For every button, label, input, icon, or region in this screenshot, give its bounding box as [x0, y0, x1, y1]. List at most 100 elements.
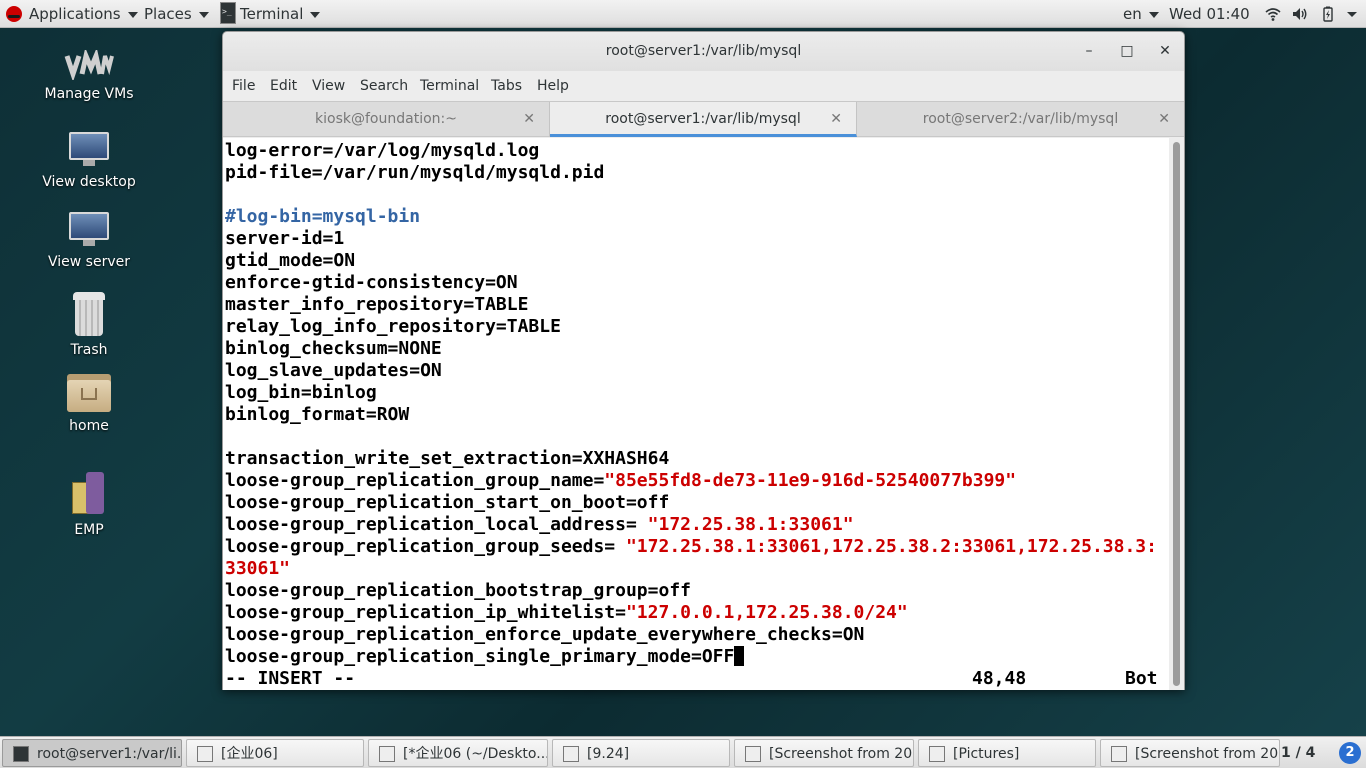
config-key: loose-group_replication_group_seeds=	[225, 536, 626, 557]
desktop-icon-trash[interactable]: Trash	[34, 292, 144, 358]
tab-close-icon[interactable]: ✕	[1158, 102, 1170, 136]
terminal-app-icon	[220, 2, 236, 24]
vim-mode-indicator: -- INSERT --	[225, 668, 356, 689]
menu-terminal[interactable]: Terminal	[420, 71, 479, 101]
desktop-icon-home[interactable]: home	[34, 374, 144, 434]
trash-icon	[71, 292, 107, 336]
desktop-icon-label: View desktop	[42, 174, 136, 190]
config-string-value: "85e55fd8-de73-11e9-916d-52540077b399"	[604, 470, 1017, 491]
desktop-icon-manage-vms[interactable]: Manage VMs	[34, 47, 144, 102]
monitor-icon	[69, 212, 109, 248]
tab-label: kiosk@foundation:~	[315, 111, 457, 127]
clock[interactable]: Wed 01:40	[1169, 0, 1250, 28]
battery-icon[interactable]	[1320, 6, 1336, 22]
chevron-down-icon	[310, 11, 321, 18]
monitor-icon	[69, 132, 109, 168]
menu-file[interactable]: File	[232, 71, 255, 101]
terminal-line: loose-group_replication_enforce_update_e…	[225, 624, 865, 645]
desktop-icon-view-desktop[interactable]: View desktop	[34, 132, 144, 190]
minimize-button[interactable]: –	[1079, 41, 1099, 61]
scrollbar-thumb[interactable]	[1173, 142, 1180, 686]
terminal-line-comment: #log-bin=mysql-bin	[225, 206, 421, 227]
vim-scroll-position: Bot	[1125, 668, 1158, 689]
terminal-content[interactable]: log-error=/var/log/mysqld.log pid-file=/…	[223, 138, 1169, 690]
menu-bar: File Edit View Search Terminal Tabs Help	[223, 71, 1184, 101]
terminal-line: gtid_mode=ON	[225, 250, 356, 271]
clock-label: Wed 01:40	[1169, 5, 1250, 23]
tab-close-icon[interactable]: ✕	[830, 102, 842, 136]
vm-manager-icon	[64, 47, 114, 82]
workspace-switcher[interactable]: 1 / 4	[1281, 739, 1315, 767]
menu-search[interactable]: Search	[360, 71, 408, 101]
terminal-line: binlog_format=ROW	[225, 404, 410, 425]
terminal-line: loose-group_replication_group_name="85e5…	[225, 470, 1016, 492]
tab-kiosk-foundation[interactable]: kiosk@foundation:~ ✕	[223, 102, 550, 137]
task-screenshot-viewer-2[interactable]: [Screenshot from 20...	[1100, 739, 1280, 767]
terminal-icon	[13, 746, 29, 762]
close-button[interactable]: ✕	[1155, 41, 1175, 61]
task-screenshot-viewer[interactable]: [Screenshot from 20...	[734, 739, 914, 767]
terminal-line: relay_log_info_repository=TABLE	[225, 316, 561, 337]
menu-edit[interactable]: Edit	[270, 71, 297, 101]
desktop-icon-emp[interactable]: EMP	[34, 472, 144, 538]
terminal-app-label: Terminal	[240, 5, 304, 23]
config-key: loose-group_replication_local_address=	[225, 514, 648, 535]
terminal-line: log_slave_updates=ON	[225, 360, 442, 381]
tab-root-server2[interactable]: root@server2:/var/lib/mysql ✕	[857, 102, 1184, 137]
window-titlebar[interactable]: root@server1:/var/lib/mysql – □ ✕	[223, 32, 1184, 71]
language-label: en	[1123, 5, 1142, 23]
terminal-line: loose-group_replication_group_seeds= "17…	[225, 536, 1157, 558]
desktop-icon-view-server[interactable]: View server	[34, 212, 144, 270]
power-menu-icon[interactable]	[1344, 6, 1360, 22]
config-key: loose-group_replication_ip_whitelist=	[225, 602, 626, 623]
redhat-logo-icon	[6, 6, 22, 22]
terminal-window[interactable]: root@server1:/var/lib/mysql – □ ✕ File E…	[222, 31, 1185, 690]
task-label: [*企业06 (~/Deskto...	[403, 746, 548, 762]
volume-icon[interactable]	[1292, 6, 1308, 22]
image-viewer-icon	[745, 746, 761, 762]
places-menu[interactable]: Places	[144, 0, 209, 28]
desktop-icon-label: View server	[48, 254, 130, 270]
chevron-down-icon	[127, 11, 138, 18]
terminal-line: log_bin=binlog	[225, 382, 377, 403]
tab-root-server1[interactable]: root@server1:/var/lib/mysql ✕	[550, 102, 857, 137]
terminal-line: transaction_write_set_extraction=XXHASH6…	[225, 448, 670, 469]
terminal-line: loose-group_replication_local_address= "…	[225, 514, 854, 536]
home-folder-icon	[67, 374, 111, 412]
desktop-icon-label: Trash	[70, 342, 108, 358]
applications-menu[interactable]: Applications	[29, 0, 138, 28]
terminal-app-menu[interactable]: Terminal	[240, 0, 321, 28]
maximize-button[interactable]: □	[1117, 41, 1137, 61]
terminal-line: log-error=/var/log/mysqld.log	[225, 140, 540, 161]
task-window-qiye06[interactable]: [企业06]	[186, 739, 364, 767]
terminal-line: loose-group_replication_ip_whitelist="12…	[225, 602, 908, 624]
wifi-icon[interactable]	[1265, 6, 1281, 22]
desktop-icon-label: home	[69, 418, 109, 434]
terminal-line: loose-group_replication_single_primary_m…	[225, 646, 745, 668]
places-label: Places	[144, 5, 192, 23]
notification-badge[interactable]: 2	[1339, 742, 1361, 764]
task-pictures-folder[interactable]: [Pictures]	[918, 739, 1096, 767]
task-terminal-server1[interactable]: root@server1:/var/li...	[2, 739, 182, 767]
top-panel: Applications Places Terminal en Wed 01:4…	[0, 0, 1366, 28]
task-label: [Screenshot from 20...	[1135, 746, 1280, 762]
task-text-editor[interactable]: [*企业06 (~/Deskto...	[368, 739, 548, 767]
tab-close-icon[interactable]: ✕	[523, 102, 535, 136]
applications-label: Applications	[29, 5, 121, 23]
menu-view[interactable]: View	[312, 71, 345, 101]
config-key: loose-group_replication_single_primary_m…	[225, 646, 735, 667]
menu-tabs[interactable]: Tabs	[491, 71, 522, 101]
chevron-down-icon	[1148, 11, 1159, 18]
language-selector[interactable]: en	[1123, 0, 1159, 28]
taskbar: root@server1:/var/li... [企业06] [*企业06 (~…	[0, 736, 1366, 768]
task-window-9-24[interactable]: [9.24]	[552, 739, 730, 767]
folder-icon	[929, 746, 945, 762]
task-label: [企业06]	[221, 746, 278, 762]
terminal-line: enforce-gtid-consistency=ON	[225, 272, 518, 293]
terminal-line: loose-group_replication_bootstrap_group=…	[225, 580, 691, 601]
menu-help[interactable]: Help	[537, 71, 569, 101]
emp-icon	[72, 472, 106, 516]
text-editor-icon	[379, 746, 395, 762]
task-label: [Pictures]	[953, 746, 1020, 762]
terminal-scrollbar[interactable]	[1169, 138, 1184, 690]
